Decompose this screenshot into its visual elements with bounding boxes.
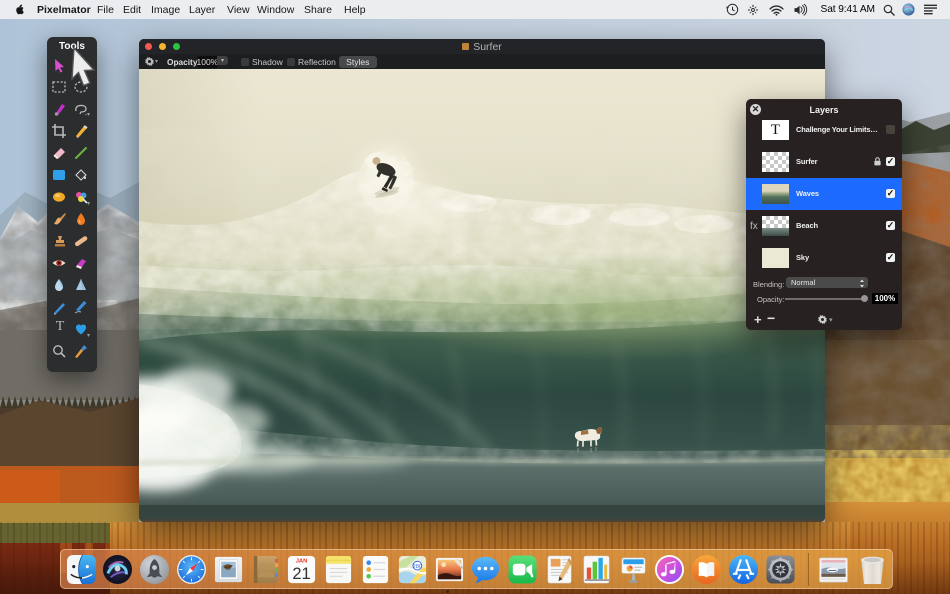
svg-text:280: 280 — [412, 564, 422, 570]
svg-text:JAN: JAN — [296, 559, 308, 565]
svg-text:21: 21 — [293, 565, 311, 583]
